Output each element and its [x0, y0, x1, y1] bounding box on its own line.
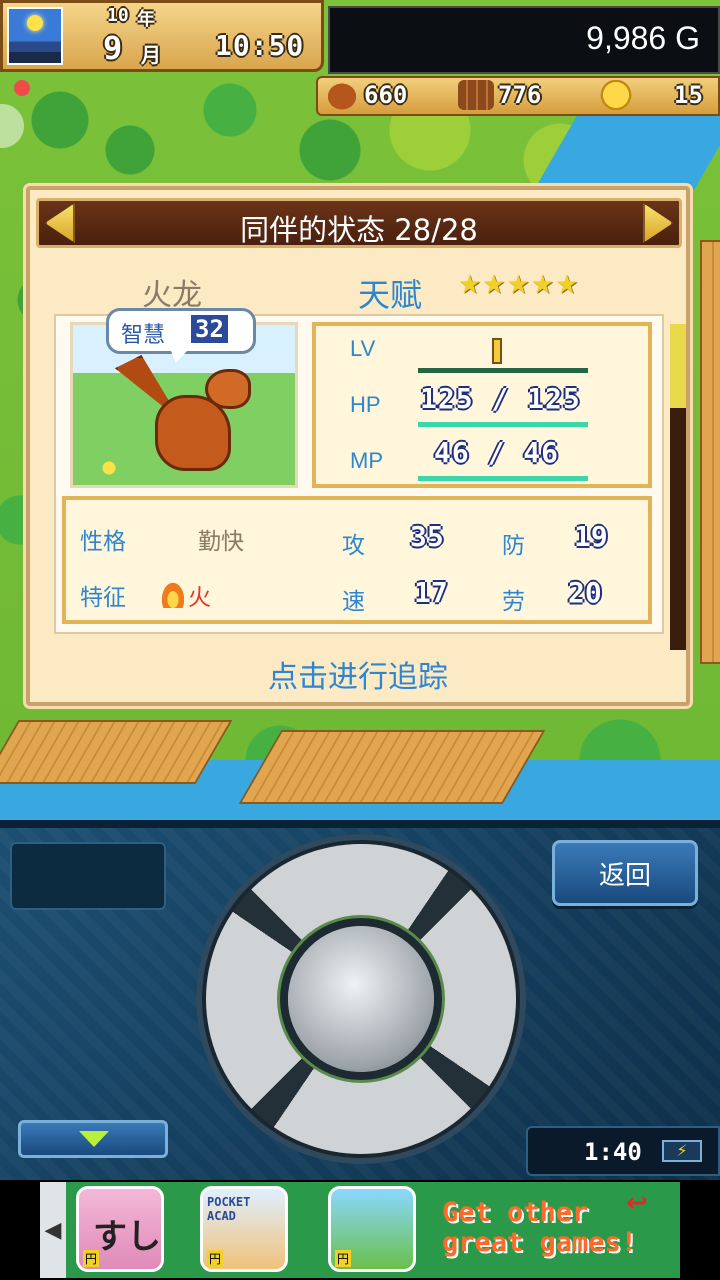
year-number: 10: [107, 5, 129, 26]
real-time-clock: 1:40 ⚡: [526, 1126, 720, 1176]
virtual-controller: 返回 1:40 ⚡: [0, 820, 720, 1180]
app1-logo: すし: [93, 1217, 161, 1257]
lv-value: [492, 338, 502, 364]
hp-value: 125 / 125: [420, 382, 581, 415]
kingdom-game-app-icon[interactable]: 円: [328, 1186, 416, 1272]
ad-banner[interactable]: ◀ すし 円 POCKET ACAD 円 円 ↩ Get other great…: [0, 1180, 720, 1280]
companion-status-dialog: 同伴的状态 28/28 火龙 天赋 ★★★★★ 智慧 32 LV HP 125 …: [26, 186, 690, 706]
season-weather-icon: [7, 7, 63, 65]
ad-headline[interactable]: Get other great games!: [442, 1198, 682, 1258]
wooden-building: [700, 240, 720, 664]
battery-icon: ⚡: [662, 1140, 702, 1162]
attack-value: 35: [410, 520, 444, 553]
money-amount: 9,986 G: [586, 20, 700, 56]
level-hp-mp-box: LV HP 125 / 125 MP 46 / 46: [312, 322, 652, 488]
attributes-box: 性格 勤快 特征 火 攻 35 防 19 速 17 劳 20: [62, 496, 652, 624]
medal-resource: 15: [598, 80, 703, 110]
dpad-center-button[interactable]: [288, 926, 434, 1072]
labor-value: 20: [568, 576, 602, 609]
medal-icon: [598, 80, 634, 110]
ad-scroll-left-icon[interactable]: ◀: [40, 1182, 66, 1278]
food-resource: 660: [324, 80, 407, 110]
defense-value: 19: [574, 520, 608, 553]
flower-decoration: [89, 457, 129, 479]
defense-label: 防: [502, 533, 525, 559]
hp-label: HP: [350, 392, 381, 417]
companion-details: 智慧 32 LV HP 125 / 125 MP 46 / 46 性格 勤快 特…: [54, 308, 664, 634]
mp-bar: [418, 476, 588, 481]
fire-element-icon: [160, 580, 186, 608]
directional-pad[interactable]: [196, 834, 526, 1164]
speed-label: 速: [342, 589, 365, 615]
track-companion-link[interactable]: 点击进行追踪: [30, 652, 686, 696]
lv-label: LV: [350, 336, 376, 361]
personality-label: 性格: [80, 529, 126, 555]
hp-bar: [418, 422, 588, 427]
back-button[interactable]: 返回: [552, 840, 698, 906]
trait-value: 火: [188, 585, 211, 611]
app2-logo: POCKET ACAD: [207, 1195, 251, 1223]
wood-resource: 776: [458, 80, 541, 110]
dialog-scrollbar[interactable]: [670, 324, 686, 650]
mp-label: MP: [350, 448, 383, 473]
controller-empty-slot: [10, 842, 166, 910]
lv-bar: [418, 368, 588, 373]
attack-label: 攻: [342, 533, 365, 559]
wisdom-label: 智慧: [121, 323, 166, 348]
personality-value: 勤快: [198, 529, 244, 555]
sushi-game-app-icon[interactable]: すし 円: [76, 1186, 164, 1272]
app2-badge: 円: [207, 1250, 224, 1267]
year-label: 年: [137, 9, 155, 30]
wisdom-value: 32: [191, 315, 228, 343]
app3-badge: 円: [335, 1250, 352, 1267]
wood-count: 776: [498, 81, 542, 109]
wood-icon: [458, 80, 494, 110]
scrollbar-thumb[interactable]: [670, 324, 686, 408]
controller-top-edge: [0, 820, 720, 828]
app1-badge: 円: [83, 1250, 100, 1267]
dialog-header: 同伴的状态 28/28: [36, 198, 682, 248]
fire-dragon-sprite: [115, 355, 255, 485]
game-clock: 10:50: [215, 29, 305, 62]
money-display: 9,986 G: [328, 6, 720, 74]
dialog-title: 同伴的状态 28/28: [240, 213, 478, 247]
speed-value: 17: [414, 576, 448, 609]
food-count: 660: [364, 81, 408, 109]
month-number: 9: [103, 29, 123, 67]
wisdom-bubble: 智慧 32: [106, 308, 256, 354]
month-label: 月: [141, 43, 161, 67]
wooden-bridge: [238, 730, 546, 804]
labor-label: 劳: [502, 589, 525, 615]
food-icon: [324, 80, 360, 110]
mp-value: 46 / 46: [434, 436, 560, 469]
date-time-panel: 10 年 9 月 10:50: [0, 0, 324, 72]
medal-count: 15: [674, 81, 703, 109]
clock-time: 1:40: [584, 1138, 642, 1166]
pocket-academy-app-icon[interactable]: POCKET ACAD 円: [200, 1186, 288, 1272]
wooden-bridge: [0, 720, 233, 784]
menu-toggle-button[interactable]: [18, 1120, 168, 1158]
talent-label: 天赋: [358, 276, 423, 314]
talent-stars: ★★★★★: [458, 270, 580, 300]
trait-label: 特征: [80, 585, 126, 611]
notification-dot: [14, 80, 30, 96]
resource-bar: 660 776 15: [316, 76, 720, 116]
